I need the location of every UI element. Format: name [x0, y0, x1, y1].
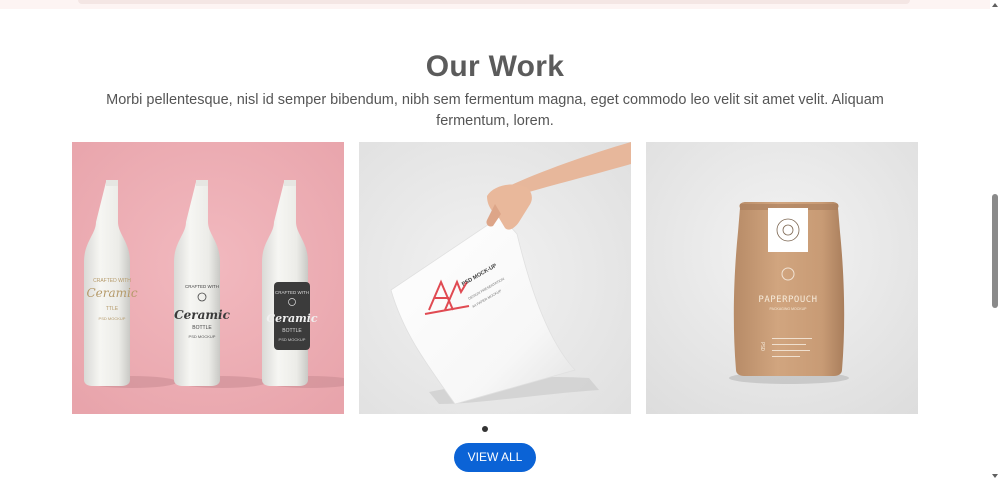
page-scrollbar[interactable] — [990, 0, 1000, 481]
bottle-right-label: Ceramic — [266, 312, 317, 325]
svg-text:PSD MOCKUP: PSD MOCKUP — [189, 334, 216, 339]
svg-text:PSD MOCKUP: PSD MOCKUP — [279, 337, 306, 342]
bottle-left-label: Ceramic — [86, 286, 137, 300]
previous-section-card-edge — [78, 0, 910, 4]
gallery-item-bottles[interactable]: Ceramic CRAFTED WITH TTLE PSD MOCKUP CRA… — [72, 142, 344, 414]
svg-text:CRAFTED WITH: CRAFTED WITH — [93, 278, 131, 284]
svg-text:PSD MOCKUP: PSD MOCKUP — [99, 316, 126, 321]
carousel-pagination — [0, 419, 970, 437]
paper-mockup-image: PSD MOCK-UP DESIGN PRESENTATION A4 PAPER… — [359, 142, 631, 414]
gallery-item-pouch[interactable]: PAPERPOUCH PACKAGING MOCKUP PSD — [646, 142, 918, 414]
page: Our Work Morbi pellentesque, nisl id sem… — [0, 0, 1000, 481]
previous-section-edge — [0, 0, 990, 9]
scrollbar-thumb[interactable] — [992, 194, 998, 308]
pouch-side-text: PSD — [759, 342, 765, 351]
svg-text:TTLE: TTLE — [106, 306, 119, 312]
bottle-right-small-label: BOTTLE — [282, 328, 302, 334]
pouch-image: PAPERPOUCH PACKAGING MOCKUP PSD — [646, 142, 918, 414]
pouch-brand: PAPERPOUCH — [758, 295, 817, 305]
carousel-dot-active[interactable] — [482, 426, 488, 432]
section-subtitle: Morbi pellentesque, nisl id semper biben… — [106, 92, 884, 129]
work-gallery: Ceramic CRAFTED WITH TTLE PSD MOCKUP CRA… — [72, 142, 918, 414]
svg-text:CRAFTED WITH: CRAFTED WITH — [275, 290, 309, 295]
view-all-button[interactable]: VIEW ALL — [454, 443, 536, 472]
bottles-image: Ceramic CRAFTED WITH TTLE PSD MOCKUP CRA… — [72, 142, 344, 414]
bottle-middle-small-label: BOTTLE — [192, 325, 212, 331]
scroll-down-arrow-icon[interactable] — [992, 474, 998, 478]
bottle-middle-label: Ceramic — [174, 308, 231, 322]
gallery-item-paper[interactable]: PSD MOCK-UP DESIGN PRESENTATION A4 PAPER… — [359, 142, 631, 414]
section-title: Our Work — [425, 50, 565, 83]
scroll-up-arrow-icon[interactable] — [992, 3, 998, 7]
svg-text:CRAFTED WITH: CRAFTED WITH — [185, 284, 219, 289]
svg-text:PACKAGING MOCKUP: PACKAGING MOCKUP — [770, 307, 808, 311]
